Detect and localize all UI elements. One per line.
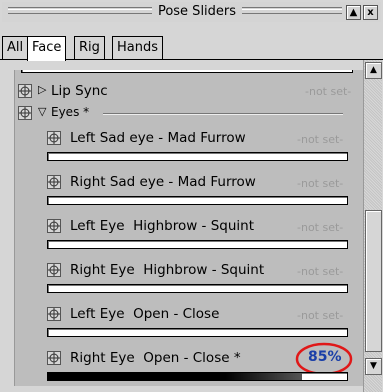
slider-value[interactable]: -not set- (297, 221, 343, 234)
slider-value[interactable]: -not set- (297, 265, 343, 278)
sliders-list: ▷ Lip Sync -not set- ▽ Eyes * Left Sad e… (14, 70, 363, 386)
title-grip-right (242, 7, 342, 14)
crosshair-icon[interactable] (47, 219, 61, 233)
collapse-arrow-icon[interactable]: ▽ (38, 105, 46, 118)
slider-row: Left Eye Open - Close -not set- (15, 304, 363, 344)
slider-value[interactable]: -not set- (297, 309, 343, 322)
slider-track[interactable] (47, 284, 348, 293)
group-lip-sync[interactable]: ▷ Lip Sync -not set- (15, 82, 363, 102)
tab-all[interactable]: All (2, 36, 29, 59)
scroll-down-arrow-icon[interactable]: ▼ (365, 358, 382, 375)
slider-label: Right Eye Open - Close * (70, 350, 241, 366)
tab-hands[interactable]: Hands (112, 36, 164, 59)
slider-track[interactable] (47, 240, 348, 249)
slider-track[interactable] (47, 196, 348, 205)
vertical-scrollbar[interactable]: ▲ ▼ (363, 60, 382, 392)
slider-label: Right Sad eye - Mad Furrow (70, 174, 256, 190)
expand-arrow-icon[interactable]: ▷ (38, 83, 46, 96)
slider-row: Right Eye Highbrow - Squint -not set- (15, 260, 363, 300)
slider-label: Left Eye Open - Close (70, 306, 220, 322)
title-bar[interactable]: Pose Sliders ▲ x (2, 2, 381, 22)
crosshair-icon (18, 106, 32, 120)
slider-row: Right Sad eye - Mad Furrow -not set- (15, 172, 363, 212)
crosshair-icon (18, 84, 32, 98)
tab-strip: All Face Rig Hands (0, 36, 383, 61)
group-divider (103, 113, 343, 115)
slider-value[interactable]: -not set- (297, 133, 343, 146)
slider-label: Right Eye Highbrow - Squint (70, 262, 265, 278)
crosshair-icon[interactable] (47, 307, 61, 321)
slider-track[interactable] (47, 328, 348, 337)
slider-row: Left Sad eye - Mad Furrow -not set- (15, 128, 363, 168)
slider-track[interactable] (47, 152, 348, 161)
tab-rig[interactable]: Rig (74, 36, 105, 59)
group-label: Lip Sync (51, 83, 108, 99)
window-title: Pose Sliders (152, 3, 242, 21)
dock-button[interactable]: ▲ (346, 5, 361, 20)
close-button[interactable]: x (363, 5, 378, 20)
crosshair-icon[interactable] (47, 131, 61, 145)
pose-sliders-panel: Pose Sliders ▲ x All Face Rig Hands ▷ Li… (0, 0, 383, 392)
slider-row-highlighted: Right Eye Open - Close * 85% (15, 342, 363, 386)
slider-label: Left Sad eye - Mad Furrow (70, 130, 246, 146)
scroll-up-arrow-icon[interactable]: ▲ (365, 62, 382, 79)
crosshair-icon[interactable] (47, 351, 61, 365)
crosshair-icon[interactable] (47, 263, 61, 277)
slider-fill (48, 373, 303, 380)
slider-label: Left Eye Highbrow - Squint (70, 218, 254, 234)
scrollbar-thumb[interactable] (365, 210, 382, 352)
group-label: Eyes * (51, 105, 90, 119)
group-value: -not set- (305, 85, 352, 98)
previous-slider-track[interactable] (21, 70, 353, 73)
slider-row: Left Eye Highbrow - Squint -not set- (15, 216, 363, 256)
group-eyes[interactable]: ▽ Eyes * (15, 104, 363, 124)
slider-value[interactable]: -not set- (297, 177, 343, 190)
slider-track[interactable] (47, 372, 348, 381)
title-grip-left (8, 7, 152, 14)
tab-face[interactable]: Face (27, 36, 67, 61)
crosshair-icon[interactable] (47, 175, 61, 189)
